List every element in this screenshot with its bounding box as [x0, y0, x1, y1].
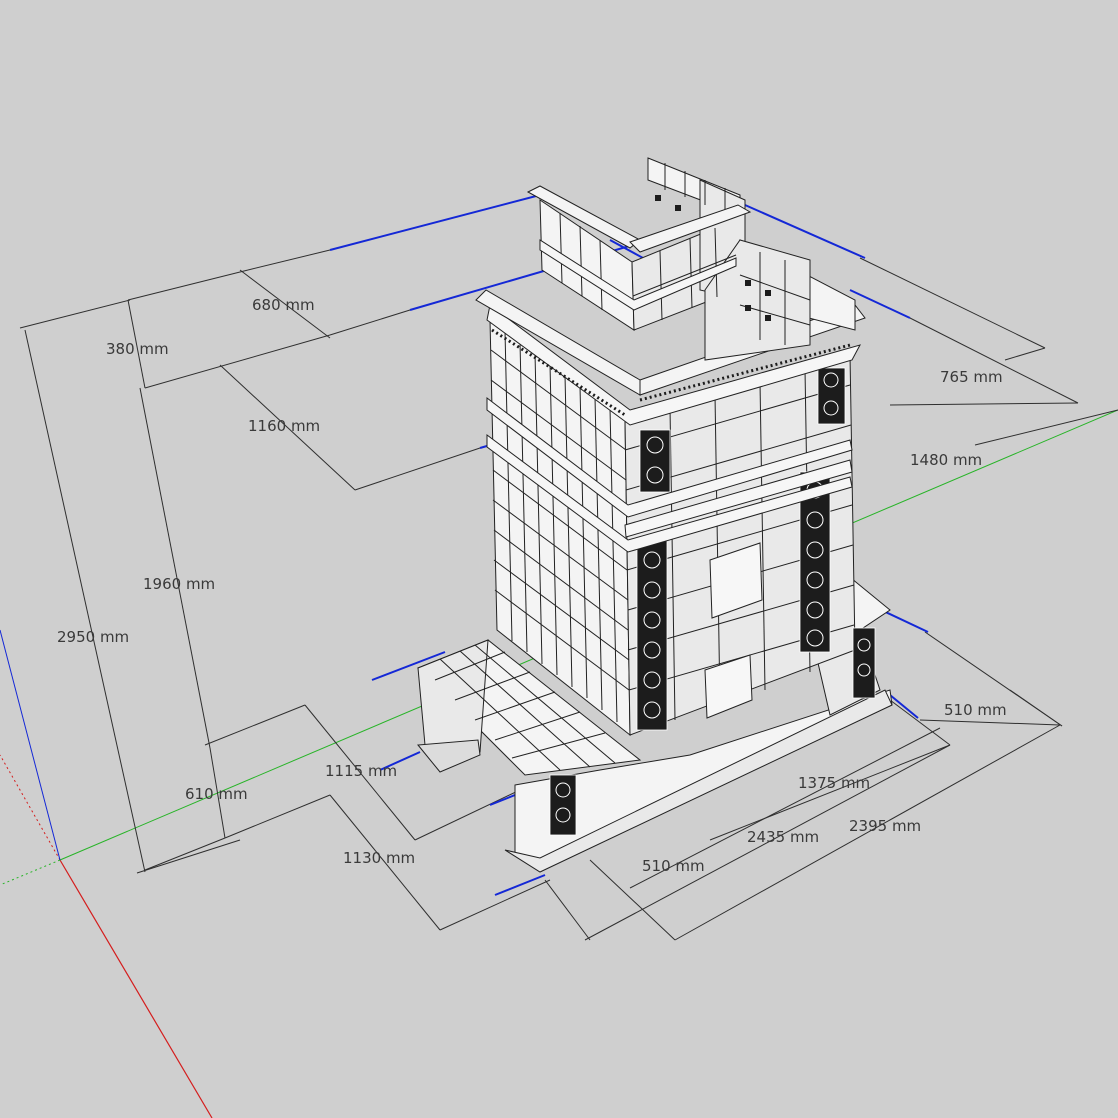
left-bench-leg [417, 739, 481, 773]
dim-label-765: 765 mm [940, 368, 1003, 386]
green-axis-dotted [0, 859, 61, 886]
red-axis-dotted [0, 754, 61, 861]
dim-label-2395: 2395 mm [849, 817, 921, 835]
dim-label-1960: 1960 mm [143, 575, 215, 593]
dim-label-680: 680 mm [252, 296, 315, 314]
dim-label-1115: 1115 mm [325, 762, 397, 780]
ornament-strip-base-left [549, 774, 577, 836]
tiled-stove-model[interactable] [417, 157, 893, 873]
dim-label-2950: 2950 mm [57, 628, 129, 646]
dim-label-510-right: 510 mm [944, 701, 1007, 719]
dim-label-1375: 1375 mm [798, 774, 870, 792]
dim-label-1160: 1160 mm [248, 417, 320, 435]
blue-axis [0, 629, 61, 861]
sketchup-viewport[interactable]: 680 mm 380 mm 1160 mm 765 mm 1480 mm 196… [0, 0, 1118, 1118]
dim-label-380: 380 mm [106, 340, 169, 358]
ornament-strip-upper-right [817, 367, 846, 425]
dim-label-610: 610 mm [185, 785, 248, 803]
dim-label-1480: 1480 mm [910, 451, 982, 469]
dim-label-1130: 1130 mm [343, 849, 415, 867]
dim-label-510-bottom: 510 mm [642, 857, 705, 875]
red-axis [59, 859, 213, 1118]
dim-label-2435: 2435 mm [747, 828, 819, 846]
